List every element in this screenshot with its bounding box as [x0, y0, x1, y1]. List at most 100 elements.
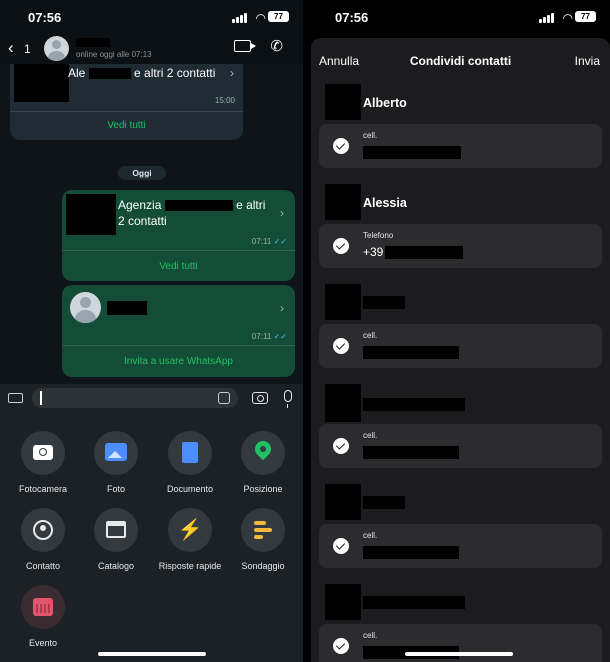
- contact-avatar-redacted: [325, 584, 361, 620]
- contact-field-row[interactable]: cell.: [319, 124, 602, 168]
- contact-field-row[interactable]: cell.: [319, 624, 602, 662]
- contact-avatar-redacted: [325, 284, 361, 320]
- contact-avatar-redacted: [66, 194, 116, 235]
- attach-contact-circle: [21, 508, 65, 552]
- phone-type-label: cell.: [363, 331, 378, 340]
- phone-number-redacted: [363, 446, 459, 459]
- contact-share-text: Agenzia e altri: [118, 198, 266, 212]
- invite-whatsapp-link[interactable]: Invita a usare WhatsApp: [62, 356, 295, 367]
- read-ticks-icon: ✓✓: [273, 237, 287, 246]
- contact-avatar-redacted: [325, 484, 361, 520]
- battery-icon: 77: [575, 11, 596, 22]
- home-indicator[interactable]: [98, 652, 206, 656]
- unread-count[interactable]: 1: [24, 42, 31, 56]
- message-bubble-outgoing[interactable]: Agenzia e altri 2 contatti › 07:11 ✓✓ Ve…: [62, 190, 295, 281]
- checkmark-icon[interactable]: [333, 638, 349, 654]
- lightning-icon: ⚡: [177, 519, 203, 541]
- attach-quick-replies-circle: ⚡: [168, 508, 212, 552]
- avatar[interactable]: [44, 36, 69, 61]
- wifi-icon: ◠: [255, 11, 266, 25]
- phone-number-redacted: [363, 546, 459, 559]
- contact-field-row[interactable]: cell.: [319, 324, 602, 368]
- chat-header: ‹ 1 online oggi alle 07:13 ✆: [0, 34, 303, 64]
- contact-name-redacted[interactable]: [76, 38, 110, 47]
- contact-field-row[interactable]: Telefono +39: [319, 224, 602, 268]
- last-seen: online oggi alle 07:13: [76, 50, 152, 59]
- chevron-right-icon: ›: [230, 66, 234, 80]
- message-bubble-outgoing[interactable]: › 07:11 ✓✓ Invita a usare WhatsApp: [62, 285, 295, 377]
- phone-type-label: cell.: [363, 431, 378, 440]
- wifi-icon: ◠: [562, 11, 573, 25]
- message-time: 07:11 ✓✓: [251, 332, 287, 341]
- back-icon[interactable]: ‹: [8, 38, 14, 58]
- status-time: 07:56: [28, 10, 62, 25]
- message-bubble-incoming[interactable]: Ale e altri 2 contatti › 15:00 Vedi tutt…: [10, 64, 243, 140]
- video-call-icon[interactable]: [234, 40, 256, 52]
- phone-type-label: Telefono: [363, 231, 394, 240]
- contact-avatar-redacted: [325, 384, 361, 422]
- phone-call-icon[interactable]: ✆: [270, 37, 283, 55]
- message-time: 15:00: [214, 96, 235, 105]
- contact-name-redacted: [363, 496, 405, 509]
- status-bar: 07:56 ◠ 77: [0, 0, 303, 36]
- attach-quick-replies-button[interactable]: ⚡ Risposte rapide: [153, 508, 227, 571]
- phone-type-label: cell.: [363, 631, 378, 640]
- contact-name-redacted: [363, 398, 465, 411]
- checkmark-icon[interactable]: [333, 438, 349, 454]
- phone-number: +39: [363, 245, 384, 259]
- attach-camera-button[interactable]: Fotocamera: [6, 431, 80, 494]
- microphone-icon[interactable]: [284, 390, 292, 408]
- attach-contact-button[interactable]: Contatto: [6, 508, 80, 571]
- poll-icon: [254, 521, 272, 539]
- sheet-title: Condividi contatti: [409, 54, 512, 68]
- attach-label: Catalogo: [97, 561, 135, 571]
- checkmark-icon[interactable]: [333, 138, 349, 154]
- location-icon: [251, 437, 275, 461]
- attach-location-button[interactable]: Posizione: [226, 431, 300, 494]
- status-time: 07:56: [335, 10, 369, 25]
- document-icon: [182, 442, 198, 463]
- contact-icon: [33, 520, 53, 540]
- divider: [10, 111, 243, 112]
- divider: [62, 345, 295, 346]
- attach-label: Posizione: [243, 484, 283, 494]
- message-input[interactable]: [32, 388, 238, 408]
- message-input-bar: [0, 384, 303, 412]
- sticker-icon[interactable]: [218, 392, 230, 404]
- camera-icon[interactable]: [252, 392, 268, 404]
- checkmark-icon[interactable]: [333, 338, 349, 354]
- home-indicator[interactable]: [405, 652, 513, 656]
- contact-share-text: Ale e altri 2 contatti: [68, 66, 216, 80]
- share-contacts-screen: 07:56 ◠ 77 Annulla Condividi contatti In…: [307, 0, 610, 662]
- phone-number-redacted: [363, 346, 459, 359]
- checkmark-icon[interactable]: [333, 538, 349, 554]
- phone-number-redacted: [363, 146, 461, 159]
- contact-field-row[interactable]: cell.: [319, 424, 602, 468]
- attach-label: Fotocamera: [18, 484, 68, 494]
- chevron-right-icon: ›: [280, 301, 284, 315]
- view-all-link[interactable]: Vedi tutti: [10, 120, 243, 131]
- attach-photo-button[interactable]: Foto: [79, 431, 153, 494]
- checkmark-icon[interactable]: [333, 238, 349, 254]
- contact-field-row[interactable]: cell.: [319, 524, 602, 568]
- contact-name-redacted: [363, 296, 405, 309]
- phone-number-redacted: [385, 246, 463, 259]
- whatsapp-chat-screen: 07:56 ◠ 77 ‹ 1 online oggi alle 07:13 ✆ …: [0, 0, 303, 662]
- phone-type-label: cell.: [363, 531, 378, 540]
- read-ticks-icon: ✓✓: [273, 332, 287, 341]
- sheet-header: Annulla Condividi contatti Invia: [311, 38, 610, 84]
- attach-label: Evento: [28, 638, 58, 648]
- attach-document-button[interactable]: Documento: [153, 431, 227, 494]
- keyboard-icon[interactable]: [8, 393, 23, 403]
- contact-name: Alessia: [363, 196, 407, 210]
- attach-catalog-circle: [94, 508, 138, 552]
- divider: [62, 250, 295, 251]
- view-all-link[interactable]: Vedi tutti: [62, 261, 295, 272]
- contact-name: Alberto: [363, 96, 407, 110]
- attach-event-button[interactable]: Evento: [6, 585, 80, 648]
- text-caret: [40, 391, 42, 405]
- attach-poll-button[interactable]: Sondaggio: [226, 508, 300, 571]
- attach-catalog-button[interactable]: Catalogo: [79, 508, 153, 571]
- send-button[interactable]: Invia: [575, 54, 600, 68]
- share-contacts-sheet: Annulla Condividi contatti Invia Alberto…: [311, 38, 610, 662]
